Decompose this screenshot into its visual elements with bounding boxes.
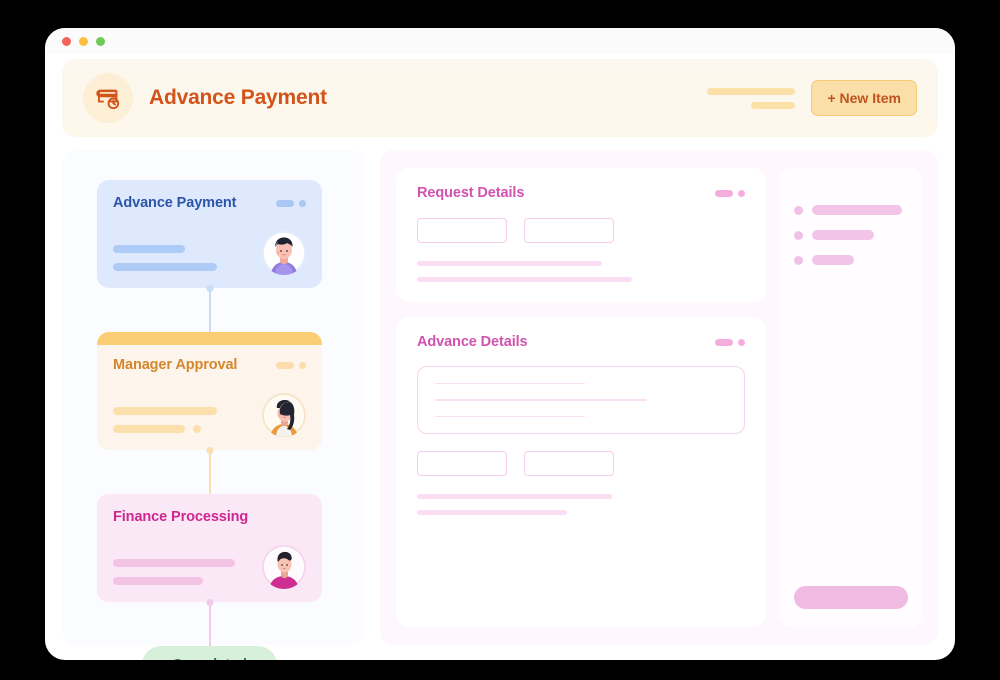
step-header: Advance Payment [113, 195, 306, 211]
side-list-item-3[interactable] [794, 255, 908, 265]
bullet-icon [794, 230, 803, 240]
advance-notes-line-2 [435, 399, 647, 401]
step-placeholder-lines [113, 407, 262, 433]
step-placeholder-lines [113, 245, 262, 271]
request-placeholder-lines [417, 261, 745, 282]
card-title: Advance Details [417, 334, 528, 350]
app-header: Advance Payment + New Item [62, 59, 938, 137]
header-placeholder-bar-2 [751, 101, 796, 109]
connector-line [208, 288, 211, 332]
header-placeholder-bar-1 [707, 87, 796, 95]
step-title: Manager Approval [113, 357, 238, 373]
indicator-pill [715, 189, 733, 197]
connector-line [208, 602, 211, 646]
request-field-1[interactable] [417, 218, 507, 243]
step-indicator [276, 361, 306, 369]
step-line-2 [113, 263, 217, 271]
step-line-1 [113, 245, 185, 253]
workflow-connector-1 [97, 285, 322, 332]
header-placeholder-bars [707, 87, 796, 109]
step-line-2 [113, 425, 185, 433]
close-window-button[interactable] [62, 36, 71, 46]
card-indicator [715, 338, 745, 346]
indicator-dot [299, 199, 306, 207]
side-list-item-2[interactable] [794, 230, 908, 240]
bullet-icon [794, 205, 803, 215]
indicator-pill [276, 199, 294, 207]
new-item-button[interactable]: + New Item [811, 80, 917, 116]
indicator-pill [276, 361, 294, 369]
card-indicator [715, 189, 745, 197]
request-line-1 [417, 261, 602, 266]
advance-placeholder-lines [417, 494, 745, 515]
step-body [113, 231, 306, 275]
side-item-bar [812, 255, 854, 265]
workflow-step-advance-payment[interactable]: Advance Payment [97, 180, 322, 288]
page-title: Advance Payment [149, 86, 327, 109]
details-panel: Request Details Advance Details [380, 150, 938, 645]
request-field-2[interactable] [524, 218, 614, 243]
request-line-2 [417, 277, 632, 282]
details-column: Request Details Advance Details [396, 168, 766, 627]
workflow-step-manager-approval[interactable]: Manager Approval [97, 332, 322, 450]
status-badge-wrap: Completed [97, 646, 322, 660]
step-indicator [276, 199, 306, 207]
advance-details-card: Advance Details [396, 317, 766, 627]
workflow-connector-3 [97, 599, 322, 646]
workflow-panel: Advance Payment Manager Approval Finance… [62, 150, 364, 660]
advance-line-1 [417, 494, 612, 499]
request-inputs-row [417, 218, 745, 243]
step-header: Finance Processing [113, 509, 306, 525]
advance-notes-line-1 [435, 383, 585, 385]
step-line-2 [113, 577, 203, 585]
workflow-step-finance-processing[interactable]: Finance Processing [97, 494, 322, 602]
step-line-1 [113, 407, 217, 415]
step-title: Finance Processing [113, 509, 249, 525]
step-placeholder-lines [113, 559, 262, 585]
step-line-dot [193, 425, 201, 433]
advance-line-2 [417, 510, 567, 515]
indicator-dot [738, 189, 745, 197]
workflow-connector-2 [97, 447, 322, 494]
step-line-1 [113, 559, 235, 567]
advance-field-1[interactable] [417, 451, 507, 476]
app-window: Advance Payment + New Item Advance Payme… [45, 28, 955, 660]
minimize-window-button[interactable] [79, 36, 88, 46]
advance-notes-line-3 [435, 415, 585, 417]
side-action-button[interactable] [794, 586, 908, 609]
avatar [262, 231, 306, 275]
status-badge[interactable]: Completed [142, 646, 277, 660]
preview-placeholder [794, 305, 908, 445]
workflow-steps: Advance Payment Manager Approval Finance… [97, 180, 322, 660]
connector-line [208, 450, 211, 494]
bullet-icon [794, 255, 803, 265]
indicator-dot [299, 361, 306, 369]
indicator-dot [738, 338, 745, 346]
step-title: Advance Payment [113, 195, 237, 211]
step-body [113, 545, 306, 589]
avatar [262, 545, 306, 589]
card-clock-icon [83, 73, 133, 123]
card-header: Advance Details [417, 334, 745, 350]
card-title: Request Details [417, 185, 525, 201]
header-actions: + New Item [707, 80, 917, 116]
side-item-bar [812, 230, 874, 240]
side-summary-panel [780, 168, 922, 627]
request-details-card: Request Details [396, 168, 766, 302]
step-header: Manager Approval [113, 357, 306, 373]
avatar [262, 393, 306, 437]
indicator-pill [715, 338, 733, 346]
step-line-row [113, 425, 262, 433]
maximize-window-button[interactable] [96, 36, 105, 46]
content-area: Advance Payment Manager Approval Finance… [62, 150, 938, 660]
advance-inputs-row [417, 451, 745, 476]
card-header: Request Details [417, 185, 745, 201]
side-list [794, 205, 908, 265]
step-body [113, 393, 306, 437]
advance-field-2[interactable] [524, 451, 614, 476]
side-list-item-1[interactable] [794, 205, 908, 215]
advance-notes[interactable] [417, 366, 745, 434]
window-titlebar [45, 28, 955, 54]
side-item-bar [812, 205, 902, 215]
